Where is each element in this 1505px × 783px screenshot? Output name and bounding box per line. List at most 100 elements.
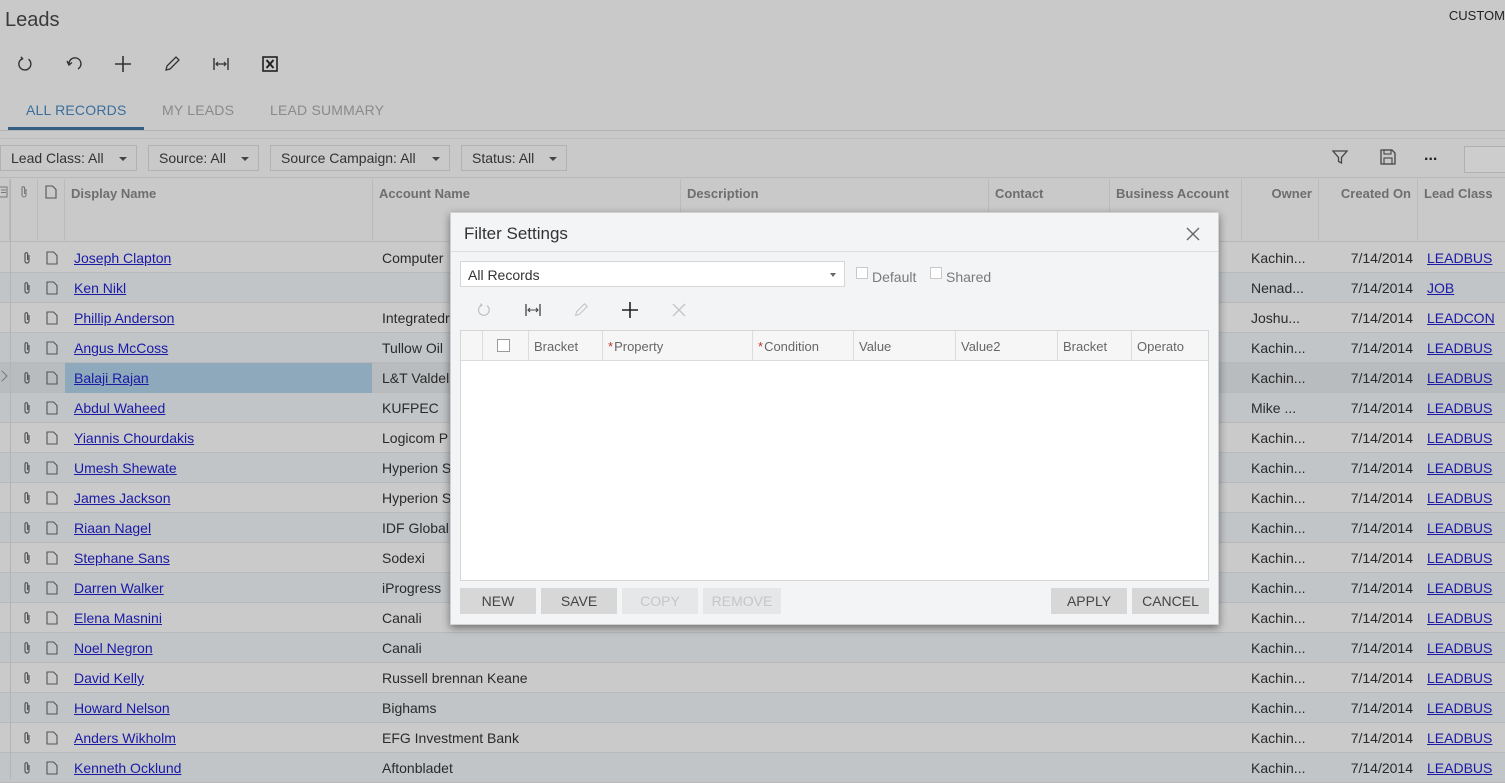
source-filter[interactable]: Source: All bbox=[148, 145, 259, 171]
lead-class-link[interactable]: LEADBUS bbox=[1427, 580, 1505, 596]
document-icon[interactable] bbox=[46, 251, 58, 265]
paperclip-icon[interactable] bbox=[22, 611, 32, 625]
column-display-name[interactable]: Display Name bbox=[65, 179, 373, 242]
document-icon[interactable] bbox=[46, 701, 58, 715]
save-icon[interactable] bbox=[1379, 148, 1397, 166]
display-name-link[interactable]: Abdul Waheed bbox=[74, 400, 369, 416]
document-icon[interactable] bbox=[46, 491, 58, 505]
column-bracket-open[interactable]: Bracket bbox=[529, 331, 603, 361]
display-name-link[interactable]: Phillip Anderson bbox=[74, 310, 369, 326]
lead-class-link[interactable]: LEADBUS bbox=[1427, 460, 1505, 476]
lead-class-link[interactable]: LEADBUS bbox=[1427, 550, 1505, 566]
fit-columns-button[interactable] bbox=[196, 50, 245, 78]
display-name-link[interactable]: Noel Negron bbox=[74, 640, 369, 656]
save-button[interactable]: SAVE bbox=[541, 588, 617, 614]
display-name-link[interactable]: Riaan Nagel bbox=[74, 520, 369, 536]
paperclip-icon[interactable] bbox=[22, 521, 32, 535]
dialog-refresh-button[interactable] bbox=[473, 299, 495, 321]
column-bracket-close[interactable]: Bracket bbox=[1058, 331, 1132, 361]
shared-checkbox[interactable] bbox=[930, 267, 942, 279]
search-input[interactable] bbox=[1464, 146, 1505, 173]
document-icon[interactable] bbox=[46, 371, 58, 385]
remove-button[interactable]: REMOVE bbox=[703, 588, 781, 614]
lead-class-link[interactable]: LEADBUS bbox=[1427, 400, 1505, 416]
lead-class-link[interactable]: LEADBUS bbox=[1427, 640, 1505, 656]
column-operator[interactable]: Operato bbox=[1132, 331, 1208, 361]
dialog-fit-columns-button[interactable] bbox=[522, 299, 544, 321]
document-icon[interactable] bbox=[46, 521, 58, 535]
source-campaign-filter[interactable]: Source Campaign: All bbox=[270, 145, 450, 171]
display-name-link[interactable]: Umesh Shewate bbox=[74, 460, 369, 476]
paperclip-icon[interactable] bbox=[22, 371, 32, 385]
paperclip-icon[interactable] bbox=[22, 281, 32, 295]
display-name-link[interactable]: Elena Masnini bbox=[74, 610, 369, 626]
document-icon[interactable] bbox=[46, 401, 58, 415]
tab-my-leads[interactable]: MY LEADS bbox=[162, 102, 234, 118]
document-icon[interactable] bbox=[46, 731, 58, 745]
column-created-on[interactable]: Created On bbox=[1319, 179, 1418, 242]
status-filter[interactable]: Status: All bbox=[461, 145, 567, 171]
document-icon[interactable] bbox=[46, 551, 58, 565]
document-icon[interactable] bbox=[46, 761, 58, 775]
close-icon[interactable] bbox=[1184, 225, 1202, 243]
dialog-edit-button[interactable] bbox=[570, 299, 592, 321]
paperclip-icon[interactable] bbox=[22, 641, 32, 655]
lead-class-link[interactable]: LEADCON bbox=[1427, 310, 1505, 326]
lead-class-link[interactable]: LEADBUS bbox=[1427, 370, 1505, 386]
table-row[interactable]: David Kelly Russell brennan Keane Kachin..… bbox=[0, 663, 1505, 693]
lead-class-link[interactable]: LEADBUS bbox=[1427, 700, 1505, 716]
document-icon[interactable] bbox=[46, 431, 58, 445]
customize-link[interactable]: CUSTOM bbox=[1449, 8, 1505, 23]
paperclip-icon[interactable] bbox=[22, 431, 32, 445]
lead-class-link[interactable]: LEADBUS bbox=[1427, 610, 1505, 626]
document-icon[interactable] bbox=[46, 311, 58, 325]
column-owner[interactable]: Owner bbox=[1242, 179, 1319, 242]
apply-button[interactable]: APPLY bbox=[1051, 588, 1127, 614]
column-condition[interactable]: *Condition bbox=[753, 331, 854, 361]
lead-class-link[interactable]: LEADBUS bbox=[1427, 490, 1505, 506]
paperclip-icon[interactable] bbox=[22, 671, 32, 685]
display-name-link[interactable]: Balaji Rajan bbox=[74, 370, 369, 386]
paperclip-icon[interactable] bbox=[22, 551, 32, 565]
lead-class-filter[interactable]: Lead Class: All bbox=[0, 145, 137, 171]
column-lead-class[interactable]: Lead Class bbox=[1418, 179, 1505, 242]
document-icon[interactable] bbox=[46, 611, 58, 625]
paperclip-icon[interactable] bbox=[22, 341, 32, 355]
funnel-icon[interactable] bbox=[1331, 148, 1349, 166]
cancel-button[interactable]: CANCEL bbox=[1132, 588, 1209, 614]
filter-select[interactable]: All Records bbox=[460, 261, 845, 287]
display-name-link[interactable]: Kenneth Ocklund bbox=[74, 760, 369, 776]
paperclip-icon[interactable] bbox=[22, 761, 32, 775]
display-name-link[interactable]: Howard Nelson bbox=[74, 700, 369, 716]
document-icon[interactable] bbox=[46, 671, 58, 685]
lead-class-link[interactable]: LEADBUS bbox=[1427, 730, 1505, 746]
lead-class-link[interactable]: LEADBUS bbox=[1427, 430, 1505, 446]
display-name-link[interactable]: Darren Walker bbox=[74, 580, 369, 596]
document-icon[interactable] bbox=[46, 281, 58, 295]
refresh-button[interactable] bbox=[0, 50, 49, 78]
lead-class-link[interactable]: JOB bbox=[1427, 280, 1505, 296]
lead-class-link[interactable]: LEADBUS bbox=[1427, 520, 1505, 536]
table-row[interactable]: Anders Wikholm EFG Investment Bank Kachin.… bbox=[0, 723, 1505, 753]
lead-class-link[interactable]: LEADBUS bbox=[1427, 760, 1505, 776]
dialog-add-button[interactable] bbox=[619, 299, 641, 321]
display-name-link[interactable]: Ken Nikl bbox=[74, 280, 369, 296]
excel-export-button[interactable] bbox=[245, 50, 294, 78]
table-row[interactable]: Noel Negron Canali Kachin... 7/14/2014 LEADB… bbox=[0, 633, 1505, 663]
paperclip-icon[interactable] bbox=[22, 401, 32, 415]
paperclip-icon[interactable] bbox=[22, 491, 32, 505]
default-checkbox[interactable] bbox=[856, 267, 868, 279]
new-button[interactable]: NEW bbox=[460, 588, 536, 614]
display-name-link[interactable]: David Kelly bbox=[74, 670, 369, 686]
document-column-header[interactable] bbox=[38, 179, 65, 242]
display-name-link[interactable]: Angus McCoss bbox=[74, 340, 369, 356]
more-options-button[interactable]: ... bbox=[1424, 147, 1437, 165]
attachment-column-header[interactable] bbox=[10, 179, 38, 242]
paperclip-icon[interactable] bbox=[22, 701, 32, 715]
table-row[interactable]: Kenneth Ocklund Aftonbladet Kachin... 7/14/… bbox=[0, 753, 1505, 783]
document-icon[interactable] bbox=[46, 581, 58, 595]
column-value[interactable]: Value bbox=[854, 331, 956, 361]
display-name-link[interactable]: Joseph Clapton bbox=[74, 250, 369, 266]
paperclip-icon[interactable] bbox=[22, 731, 32, 745]
paperclip-icon[interactable] bbox=[22, 251, 32, 265]
